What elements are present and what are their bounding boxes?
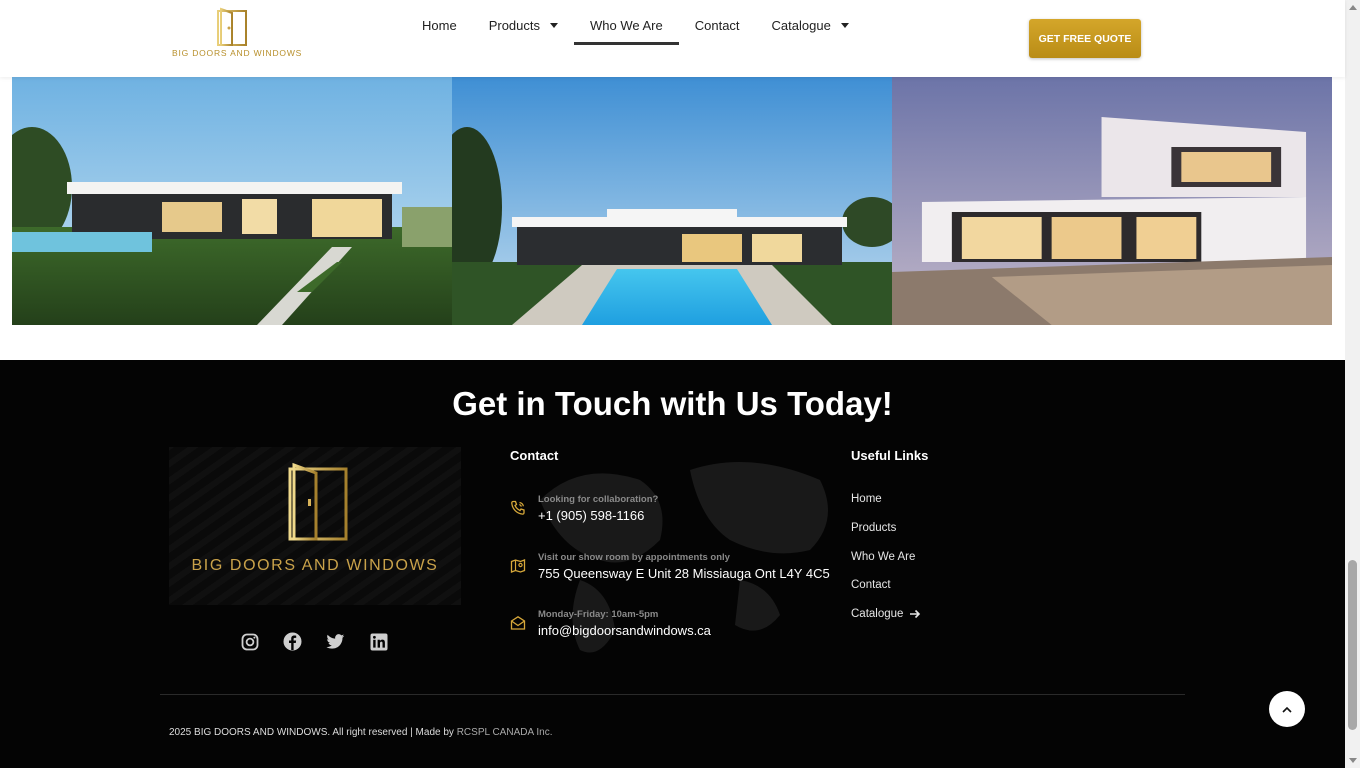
- facebook-icon[interactable]: [283, 632, 302, 651]
- copyright-prefix: 2025 BIG DOORS AND WINDOWS. All right re…: [169, 727, 454, 738]
- main-nav: Home Products Who We Are Contact Catalog…: [406, 0, 865, 50]
- contact-email-value[interactable]: info@bigdoorsandwindows.ca: [538, 623, 711, 638]
- nav-who-we-are-label: Who We Are: [590, 18, 663, 33]
- linkedin-icon[interactable]: [369, 632, 388, 651]
- house-dusk-photo: [892, 77, 1332, 325]
- caret-down-icon: [550, 23, 558, 28]
- nav-contact[interactable]: Contact: [679, 0, 756, 45]
- social-links: [240, 632, 388, 651]
- contact-title: Contact: [510, 448, 559, 463]
- scrollbar-thumb[interactable]: [1348, 560, 1357, 730]
- footer-title: Get in Touch with Us Today!: [452, 385, 893, 422]
- footer-link-products[interactable]: Products: [851, 522, 896, 534]
- nav-contact-label: Contact: [694, 18, 740, 33]
- door-logo-icon: [212, 7, 252, 46]
- contact-phone-label: Looking for collaboration?: [538, 494, 659, 505]
- contact-phone[interactable]: Looking for collaboration? +1 (905) 598-…: [510, 494, 850, 534]
- chevron-up-icon: [1282, 706, 1292, 713]
- useful-links-column: Useful Links Home Products Who We Are Co…: [851, 448, 1051, 620]
- footer-divider: [160, 694, 1185, 695]
- scroll-up-icon[interactable]: [1349, 5, 1357, 10]
- instagram-icon[interactable]: [240, 632, 259, 651]
- twitter-icon[interactable]: [326, 632, 345, 651]
- scroll-down-icon[interactable]: [1349, 758, 1357, 763]
- nav-catalogue[interactable]: Catalogue: [756, 0, 865, 45]
- contact-address-label: Visit our show room by appointments only: [538, 552, 730, 563]
- page-scrollbar[interactable]: [1345, 0, 1360, 768]
- footer-link-who-we-are[interactable]: Who We Are: [851, 551, 915, 563]
- arrow-right-icon: [910, 609, 921, 619]
- nav-products-label: Products: [488, 18, 540, 33]
- footer-link-home[interactable]: Home: [851, 493, 882, 505]
- project-gallery: [12, 77, 1333, 325]
- contact-phone-value[interactable]: +1 (905) 598-1166: [538, 508, 644, 523]
- useful-links-title: Useful Links: [851, 448, 929, 463]
- contact-column: Contact Looking for collaboration? +1 (9…: [510, 448, 850, 638]
- back-to-top-button[interactable]: [1269, 691, 1305, 727]
- nav-home[interactable]: Home: [406, 0, 473, 45]
- mail-icon: [510, 616, 526, 630]
- nav-products[interactable]: Products: [473, 0, 574, 45]
- developer-link[interactable]: RCSPL CANADA Inc.: [457, 727, 553, 738]
- contact-hours-label: Monday-Friday: 10am-5pm: [538, 609, 659, 620]
- phone-icon: [511, 500, 525, 515]
- footer-logo-name: BIG DOORS AND WINDOWS: [191, 557, 439, 574]
- house-lawn-photo: [12, 77, 452, 325]
- nav-who-we-are[interactable]: Who We Are: [574, 0, 679, 45]
- house-pool-photo: [452, 77, 892, 325]
- site-header: BIG DOORS AND WINDOWS Home Products Who …: [0, 0, 1345, 77]
- logo-text: BIG DOORS AND WINDOWS: [172, 48, 303, 58]
- site-logo[interactable]: BIG DOORS AND WINDOWS: [172, 6, 303, 64]
- site-footer: Get in Touch with Us Today! BIG DOORS AN…: [0, 360, 1345, 768]
- nav-catalogue-label: Catalogue: [771, 18, 831, 33]
- contact-email[interactable]: Monday-Friday: 10am-5pm info@bigdoorsand…: [510, 609, 850, 649]
- footer-link-catalogue-label: Catalogue: [851, 608, 904, 620]
- get-free-quote-button[interactable]: GET FREE QUOTE: [1029, 19, 1141, 58]
- map-icon: [510, 559, 526, 573]
- copyright-text: 2025 BIG DOORS AND WINDOWS. All right re…: [169, 727, 552, 738]
- footer-link-contact[interactable]: Contact: [851, 579, 891, 591]
- footer-link-catalogue[interactable]: Catalogue: [851, 608, 921, 620]
- nav-home-label: Home: [422, 18, 457, 33]
- contact-address[interactable]: Visit our show room by appointments only…: [510, 552, 850, 592]
- caret-down-icon: [840, 23, 849, 28]
- footer-logo: BIG DOORS AND WINDOWS: [169, 447, 461, 605]
- door-logo-icon: [276, 462, 358, 541]
- contact-address-value[interactable]: 755 Queensway E Unit 28 Missiauga Ont L4…: [538, 566, 830, 581]
